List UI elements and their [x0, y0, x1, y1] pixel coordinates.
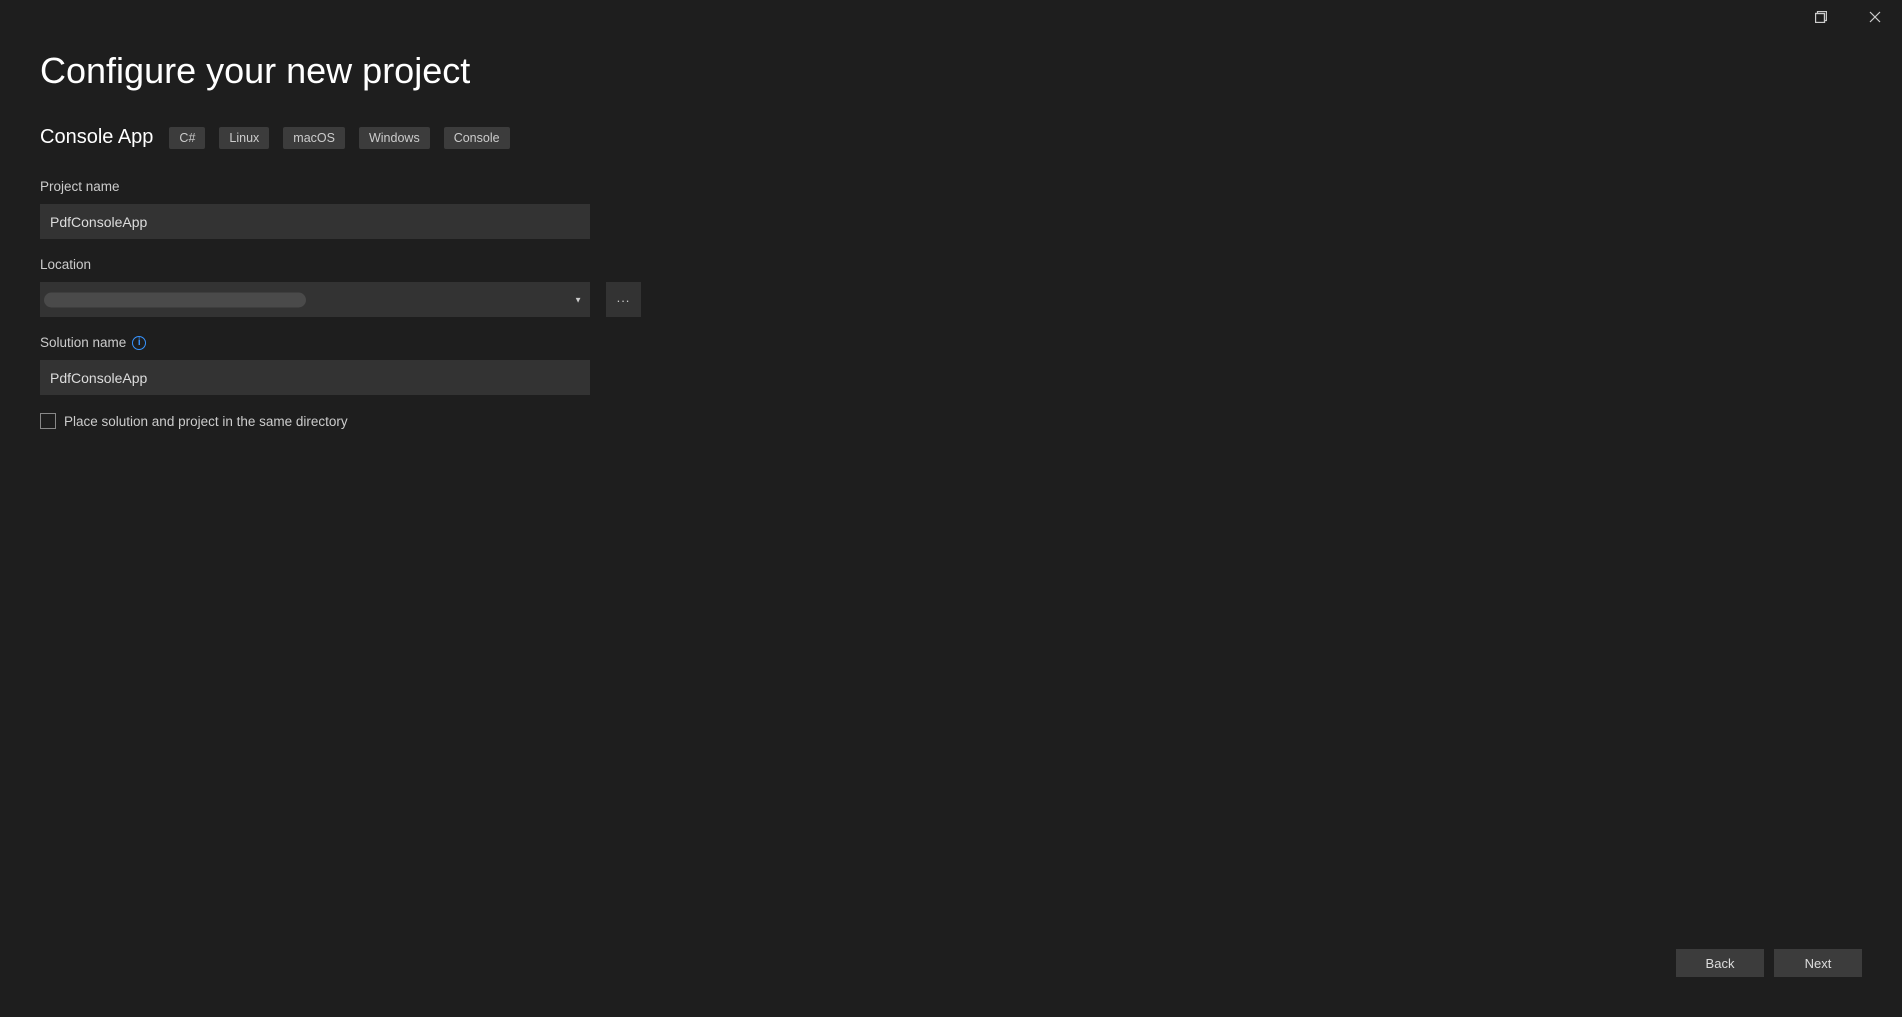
page-title: Configure your new project — [40, 50, 1862, 92]
location-field: Location ▼ ... — [40, 257, 1862, 317]
info-icon[interactable]: i — [132, 336, 146, 350]
next-button[interactable]: Next — [1774, 949, 1862, 977]
template-tag: Console — [444, 127, 510, 149]
location-value-redacted — [44, 292, 306, 307]
same-directory-checkbox[interactable] — [40, 413, 56, 429]
template-tag: C# — [169, 127, 205, 149]
chevron-down-icon: ▼ — [574, 295, 582, 304]
project-name-label: Project name — [40, 179, 1862, 194]
template-name: Console App — [40, 126, 153, 149]
solution-name-label-text: Solution name — [40, 335, 126, 350]
template-tag: macOS — [283, 127, 345, 149]
maximize-icon[interactable] — [1804, 6, 1838, 28]
template-tag: Linux — [219, 127, 269, 149]
project-name-field: Project name — [40, 179, 1862, 239]
back-button[interactable]: Back — [1676, 949, 1764, 977]
close-icon[interactable] — [1858, 6, 1892, 28]
window-titlebar — [1804, 0, 1902, 30]
main-content: Configure your new project Console App C… — [40, 40, 1862, 937]
location-label: Location — [40, 257, 1862, 272]
template-header: Console App C# Linux macOS Windows Conso… — [40, 126, 1862, 149]
template-tag: Windows — [359, 127, 430, 149]
location-combobox[interactable]: ▼ — [40, 282, 590, 317]
footer-nav: Back Next — [1676, 949, 1862, 977]
same-directory-label: Place solution and project in the same d… — [64, 414, 348, 429]
browse-location-button[interactable]: ... — [606, 282, 641, 317]
same-directory-row: Place solution and project in the same d… — [40, 413, 1862, 429]
project-name-input[interactable] — [40, 204, 590, 239]
solution-name-label: Solution name i — [40, 335, 1862, 350]
solution-name-input[interactable] — [40, 360, 590, 395]
solution-name-field: Solution name i — [40, 335, 1862, 395]
